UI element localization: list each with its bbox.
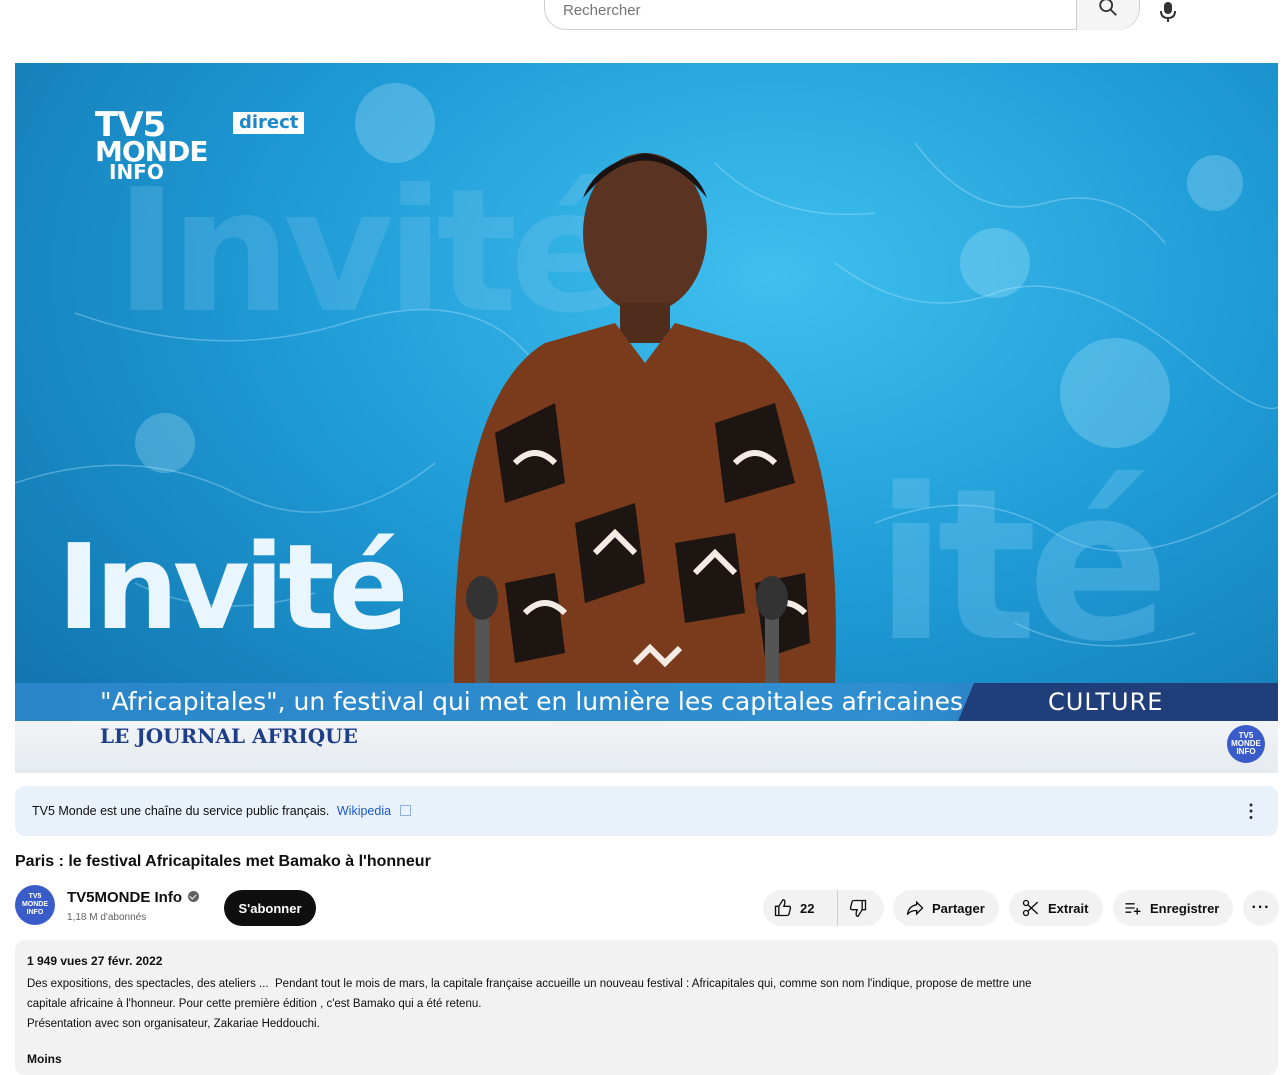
like-button[interactable]: 22 bbox=[763, 890, 838, 926]
subscriber-count: 1,18 M d'abonnés bbox=[67, 912, 147, 923]
save-label: Enregistrer bbox=[1150, 900, 1220, 916]
news-ticker: "Africapitales", un festival qui met en … bbox=[15, 683, 1278, 721]
program-title: LE JOURNAL AFRIQUE bbox=[100, 724, 358, 748]
info-panel: TV5 Monde est une chaîne du service publ… bbox=[15, 786, 1278, 836]
clip-button[interactable]: Extrait bbox=[1009, 890, 1103, 926]
thumbs-down-icon bbox=[849, 899, 866, 918]
search-bar bbox=[544, 0, 1140, 30]
like-count: 22 bbox=[800, 900, 815, 916]
headline: "Africapitales", un festival qui met en … bbox=[100, 687, 964, 716]
show-less-button[interactable]: Moins bbox=[27, 1052, 62, 1066]
avatar[interactable]: TV5 MONDE INFO bbox=[15, 885, 55, 925]
category-tag: CULTURE bbox=[958, 683, 1278, 721]
wikipedia-link[interactable]: Wikipedia bbox=[337, 804, 391, 818]
channel-name[interactable]: TV5MONDE Info bbox=[67, 889, 199, 906]
program-bar: LE JOURNAL AFRIQUE bbox=[15, 721, 1278, 773]
thumbs-up-icon bbox=[774, 898, 792, 917]
search-input[interactable] bbox=[563, 2, 1063, 19]
clip-label: Extrait bbox=[1048, 900, 1089, 916]
presenter-figure bbox=[454, 153, 836, 773]
background-lettering-right: ité bbox=[875, 443, 1170, 688]
search-button[interactable] bbox=[1076, 0, 1139, 30]
share-label: Partager bbox=[932, 900, 985, 916]
search-icon bbox=[1099, 0, 1117, 16]
subscribe-button[interactable]: S'abonner bbox=[224, 890, 316, 926]
info-text: TV5 Monde est une chaîne du service publ… bbox=[32, 804, 330, 818]
channel-watermark[interactable]: TV5 MONDE INFO bbox=[1227, 725, 1265, 763]
external-link-icon bbox=[399, 805, 411, 816]
view-count-date: 1 949 vues 27 févr. 2022 bbox=[27, 954, 163, 968]
tv5monde-logo: TV5 MONDE INFO bbox=[95, 105, 208, 184]
scissors-icon bbox=[1022, 899, 1039, 917]
dislike-button[interactable] bbox=[838, 890, 884, 926]
save-button[interactable]: Enregistrer bbox=[1113, 890, 1233, 926]
verified-icon bbox=[188, 891, 199, 902]
video-title: Paris : le festival Africapitales met Ba… bbox=[15, 853, 431, 870]
live-badge: direct bbox=[233, 112, 305, 134]
description-box[interactable]: 1 949 vues 27 févr. 2022 Des expositions… bbox=[15, 940, 1278, 1075]
mic-icon[interactable] bbox=[1158, 2, 1178, 24]
video-player[interactable]: Invité ité TV5 MONDE INFO direct Invité … bbox=[15, 63, 1278, 773]
more-actions-button[interactable]: ··· bbox=[1243, 890, 1279, 926]
like-dislike-group: 22 bbox=[763, 890, 884, 926]
kebab-menu-icon[interactable]: ⋮ bbox=[1242, 802, 1260, 820]
playlist-add-icon bbox=[1125, 903, 1141, 915]
description-text: Des expositions, des spectacles, des ate… bbox=[27, 978, 1032, 1030]
share-icon bbox=[906, 900, 924, 916]
show-title: Invité bbox=[57, 518, 409, 656]
share-button[interactable]: Partager bbox=[893, 890, 999, 926]
